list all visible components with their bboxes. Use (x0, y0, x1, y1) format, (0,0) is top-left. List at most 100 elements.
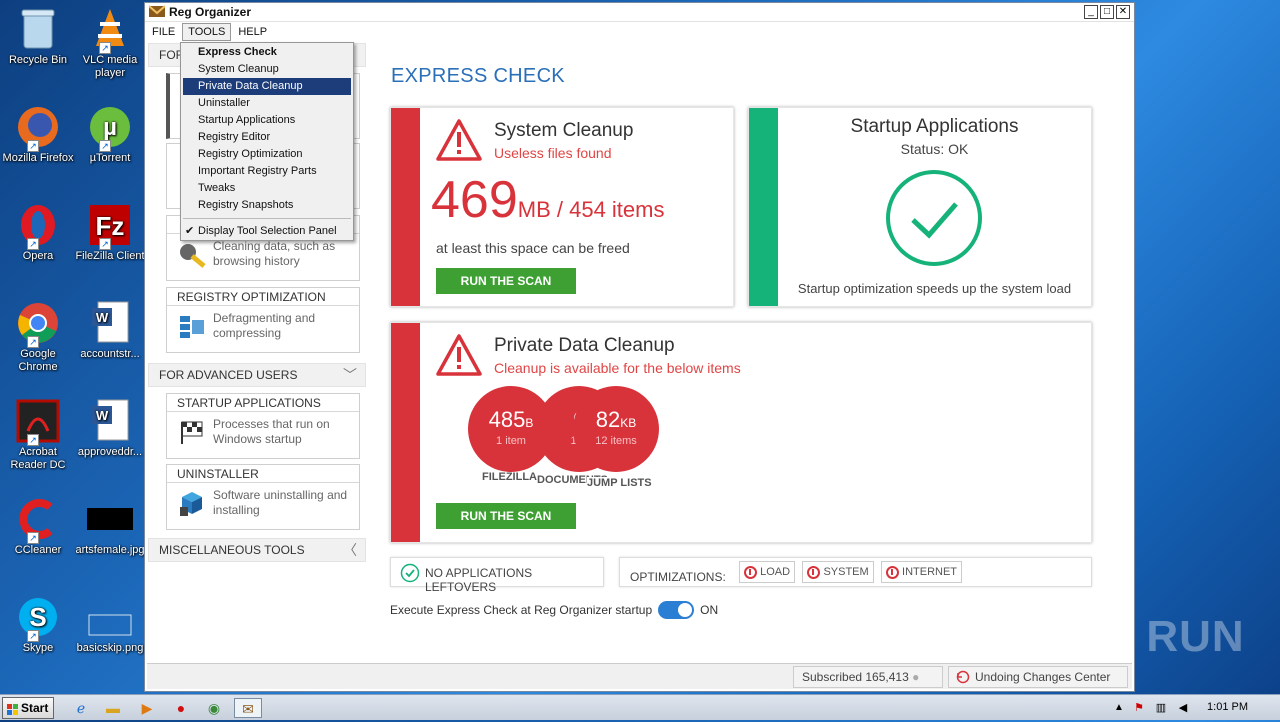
menu-help[interactable]: HELP (233, 24, 272, 40)
tool-startup-applications[interactable]: STARTUP APPLICATIONS Processes that run … (166, 393, 360, 459)
menu-file[interactable]: FILE (147, 24, 180, 40)
desktop-icon-ccleaner[interactable]: ↗ CCleaner (0, 496, 76, 557)
desktop-icon-acrobat[interactable]: ↗ Acrobat Reader DC (0, 398, 76, 472)
tool-description: Processes that run on Windows startup (213, 417, 330, 446)
start-button[interactable]: Start (2, 697, 54, 719)
power-icon (807, 565, 821, 579)
desktop-icon-opera[interactable]: ↗ Opera (0, 202, 76, 263)
leftovers-bar[interactable]: NO APPLICATIONS LEFTOVERS (390, 557, 604, 594)
menu-item-display-tool-panel[interactable]: ✔ Display Tool Selection Panel (181, 223, 353, 240)
desktop-icon-label: Recycle Bin (8, 54, 68, 66)
desktop-icon-label: FileZilla Client (75, 250, 145, 262)
window-title: Reg Organizer (169, 5, 252, 19)
menu-item-tweaks[interactable]: Tweaks (181, 180, 353, 197)
acrobat-icon: ↗ (15, 398, 61, 446)
taskbar-clock[interactable]: 1:01 PM (1207, 701, 1248, 713)
undo-center-button[interactable]: Undoing Changes Center (948, 666, 1128, 688)
tool-title: REGISTRY OPTIMIZATION (167, 288, 359, 306)
menu-item-express-check[interactable]: Express Check (181, 44, 353, 61)
chrome-icon: ↗ (15, 300, 61, 348)
desktop-icon-label: CCleaner (14, 544, 62, 556)
ie-icon[interactable]: ℯ (70, 698, 92, 718)
opt-system-button[interactable]: SYSTEM (802, 561, 874, 583)
desktop-icon-label: basicskip.png (76, 642, 144, 654)
menu-item-uninstaller[interactable]: Uninstaller (181, 95, 353, 112)
svg-text:W: W (96, 408, 109, 423)
svg-text:Fz: Fz (96, 211, 125, 241)
desktop-icon-image2[interactable]: basicskip.png (72, 594, 148, 655)
space-unit: MB / 454 items (517, 197, 665, 222)
desktop-icon-recycle-bin[interactable]: Recycle Bin (0, 6, 76, 67)
optimizations-bar: OPTIMIZATIONS: LOAD SYSTEM INTERNET (619, 557, 1092, 587)
media-player-icon[interactable]: ▶ (136, 698, 158, 718)
card-title: Startup Applications (850, 116, 1019, 137)
desktop-icon-utorrent[interactable]: µ ↗ µTorrent (72, 104, 148, 165)
close-button[interactable]: ✕ (1116, 5, 1130, 19)
svg-text:W: W (96, 310, 109, 325)
skype-icon: S ↗ (15, 594, 61, 642)
opt-internet-button[interactable]: INTERNET (881, 561, 963, 583)
check-circle-icon (400, 563, 420, 583)
tool-uninstaller[interactable]: UNINSTALLER Software uninstalling and in… (166, 464, 360, 530)
run-scan-button[interactable]: RUN THE SCAN (436, 503, 576, 529)
space-found: 469MB / 454 items (431, 170, 664, 230)
menu-item-startup-applications[interactable]: Startup Applications (181, 112, 353, 129)
tray-network-icon[interactable]: ▥ (1150, 698, 1172, 718)
startup-toggle-switch[interactable] (658, 601, 695, 619)
warning-icon (436, 334, 482, 376)
menu-bar: FILE TOOLS HELP (145, 22, 1134, 42)
desktop-icon-label: approveddr... (77, 446, 143, 458)
minimize-button[interactable]: _ (1084, 5, 1098, 19)
desktop-icon-label: Mozilla Firefox (2, 152, 74, 164)
sidebar-section-advanced[interactable]: FOR ADVANCED USERS ﹀ (148, 363, 366, 387)
menu-item-label: Display Tool Selection Panel (198, 225, 337, 237)
tray-volume-icon[interactable]: ◀ (1172, 698, 1194, 718)
image-file-icon (87, 496, 133, 542)
tool-description: Cleaning data, such as browsing history (213, 239, 336, 268)
desktop-icon-firefox[interactable]: ↗ Mozilla Firefox (0, 104, 76, 165)
desktop-icon-filezilla[interactable]: Fz ↗ FileZilla Client (72, 202, 148, 263)
opera-taskbar-icon[interactable]: ● (170, 698, 192, 718)
status-text: Status: OK (900, 141, 969, 157)
desktop-icon-image1[interactable]: artsfemale.jpg (72, 496, 148, 557)
subscribed-count[interactable]: Subscribed 165,413 ● (793, 666, 943, 688)
menu-item-private-data-cleanup[interactable]: Private Data Cleanup (183, 78, 351, 95)
bubble-value: 82KB (573, 408, 659, 435)
menu-item-registry-editor[interactable]: Registry Editor (181, 129, 353, 146)
desktop-icon-vlc[interactable]: ↗ VLC media player (72, 6, 148, 80)
app-logo-icon (148, 4, 166, 21)
svg-text:µ: µ (103, 114, 117, 141)
desktop-icon-label: VLC media player (82, 54, 138, 79)
reg-organizer-taskbar-icon[interactable]: ✉ (234, 698, 262, 718)
menu-separator (183, 218, 351, 219)
opt-load-button[interactable]: LOAD (739, 561, 796, 583)
sidebar-section-misc[interactable]: MISCELLANEOUS TOOLS 〈 (148, 538, 366, 562)
desktop-icon-skype[interactable]: S ↗ Skype (0, 594, 76, 655)
run-scan-button[interactable]: RUN THE SCAN (436, 268, 576, 294)
chrome-taskbar-icon[interactable]: ◉ (203, 698, 225, 718)
tray-arrow-icon[interactable]: ▲ (1108, 698, 1130, 718)
menu-item-registry-snapshots[interactable]: Registry Snapshots (181, 197, 353, 214)
desktop-icon-doc1[interactable]: W accountstr... (72, 300, 148, 361)
menu-item-important-registry-parts[interactable]: Important Registry Parts (181, 163, 353, 180)
leftovers-text: NO APPLICATIONS LEFTOVERS (425, 566, 533, 594)
desktop-icon-label: µTorrent (89, 152, 131, 164)
opt-label: LOAD (760, 566, 791, 578)
svg-text:S: S (29, 602, 46, 632)
explorer-icon[interactable]: ▬ (102, 698, 124, 718)
menu-item-system-cleanup[interactable]: System Cleanup (181, 61, 353, 78)
word-doc-icon: W (87, 398, 133, 444)
desktop-icon-doc2[interactable]: W approveddr... (72, 398, 148, 459)
page-title: EXPRESS CHECK (391, 65, 565, 87)
status-bar: Subscribed 165,413 ● Undoing Changes Cen… (147, 663, 1132, 689)
menu-item-registry-optimization[interactable]: Registry Optimization (181, 146, 353, 163)
maximize-button[interactable]: □ (1100, 5, 1114, 19)
tray-flag-icon[interactable]: ⚑ (1128, 698, 1150, 718)
space-number: 469 (431, 171, 518, 229)
bubble-jump-lists[interactable]: 82KB 12 items (573, 386, 659, 472)
tool-registry-optimization[interactable]: REGISTRY OPTIMIZATION Defragmenting and … (166, 287, 360, 353)
desktop-icon-chrome[interactable]: ↗ Google Chrome (0, 300, 76, 374)
recycle-bin-icon (15, 6, 61, 52)
broom-icon (177, 240, 207, 268)
menu-tools[interactable]: TOOLS (182, 23, 232, 41)
